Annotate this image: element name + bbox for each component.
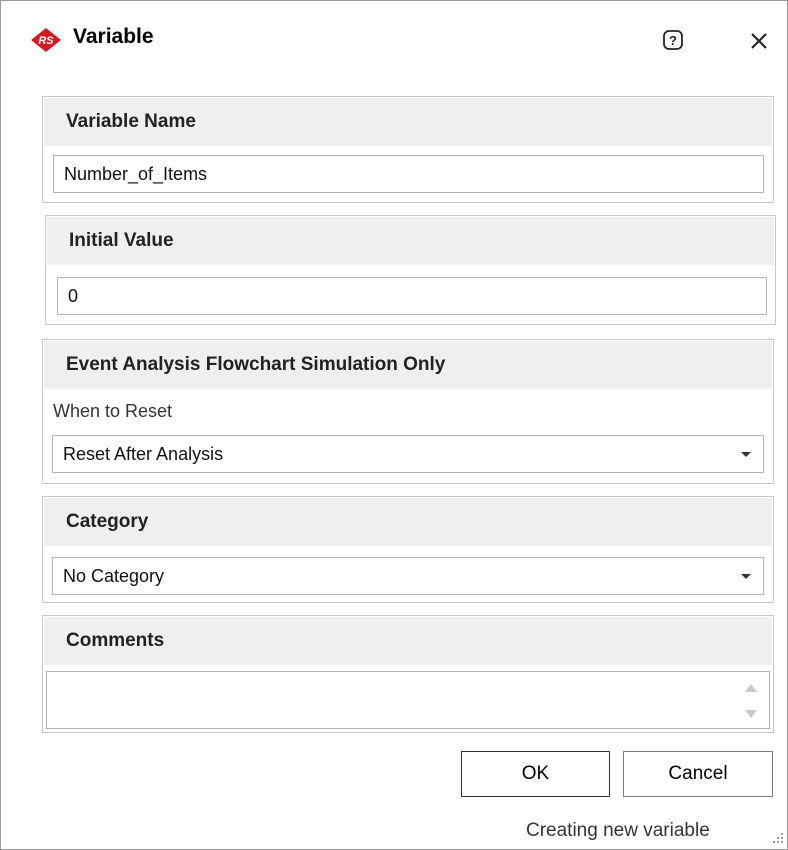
cancel-button[interactable]: Cancel — [623, 751, 773, 797]
ok-button[interactable]: OK — [461, 751, 610, 797]
initial-value-title: Initial Value — [69, 230, 174, 251]
comments-textarea[interactable] — [46, 671, 770, 729]
initial-value-header: Initial Value — [47, 217, 774, 265]
scroll-down-icon[interactable] — [745, 710, 757, 718]
window-title: Variable — [73, 25, 154, 48]
status-text: Creating new variable — [526, 820, 710, 841]
category-header: Category — [44, 498, 772, 546]
close-icon[interactable] — [748, 27, 770, 53]
when-to-reset-dropdown[interactable]: Reset After Analysis — [52, 435, 764, 473]
variable-name-header: Variable Name — [44, 98, 772, 146]
title-bar: RS Variable ? — [1, 1, 787, 81]
category-group: Category No Category — [42, 496, 774, 603]
comments-title: Comments — [66, 630, 165, 651]
initial-value-value: 0 — [68, 286, 79, 306]
category-value: No Category — [63, 566, 165, 586]
category-dropdown[interactable]: No Category — [52, 557, 764, 595]
svg-text:RS: RS — [38, 35, 54, 47]
initial-value-input[interactable]: 0 — [57, 277, 767, 315]
scroll-up-icon[interactable] — [745, 684, 757, 692]
event-analysis-header: Event Analysis Flowchart Simulation Only — [44, 341, 772, 389]
when-to-reset-label: When to Reset — [53, 401, 173, 421]
help-icon[interactable]: ? — [661, 28, 685, 52]
event-analysis-group: Event Analysis Flowchart Simulation Only… — [42, 339, 774, 484]
variable-dialog: RS Variable ? Variable Name Number_of_It… — [0, 0, 788, 850]
chevron-down-icon[interactable] — [741, 574, 751, 579]
when-to-reset-value: Reset After Analysis — [63, 444, 224, 464]
rs-logo-icon: RS — [31, 28, 61, 52]
chevron-down-icon[interactable] — [741, 452, 751, 457]
category-title: Category — [66, 511, 149, 532]
variable-name-value: Number_of_Items — [64, 164, 208, 184]
initial-value-group: Initial Value 0 — [45, 215, 776, 325]
comments-header: Comments — [44, 617, 772, 665]
variable-name-input[interactable]: Number_of_Items — [53, 155, 764, 193]
comments-group: Comments — [42, 615, 774, 733]
resize-grip-icon[interactable] — [769, 829, 785, 845]
event-analysis-title: Event Analysis Flowchart Simulation Only — [66, 354, 446, 375]
variable-name-title: Variable Name — [66, 111, 196, 132]
svg-text:?: ? — [669, 33, 677, 48]
variable-name-group: Variable Name Number_of_Items — [42, 96, 774, 203]
